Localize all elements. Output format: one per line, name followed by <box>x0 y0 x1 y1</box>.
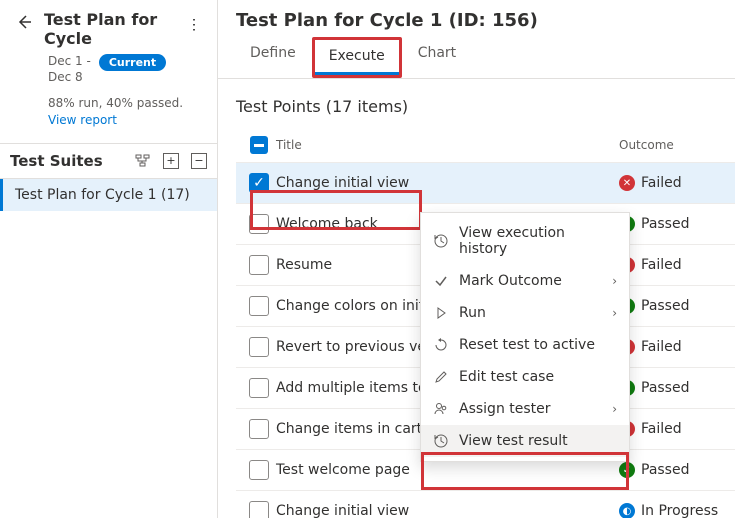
more-button[interactable]: ⋮ <box>183 12 205 37</box>
view-report-link[interactable]: View report <box>48 113 117 127</box>
arrow-left-icon <box>16 14 32 30</box>
menu-view-history[interactable]: View execution history <box>421 217 629 265</box>
row-checkbox[interactable] <box>249 501 269 518</box>
add-suite-button[interactable]: + <box>163 153 179 169</box>
back-button[interactable] <box>12 10 36 34</box>
page-title: Test Plan for Cycle 1 (ID: 156) <box>218 0 735 37</box>
chevron-right-icon: › <box>612 306 617 320</box>
row-title: Test welcome page <box>276 462 619 478</box>
tab-execute[interactable]: Execute <box>315 40 399 75</box>
menu-assign[interactable]: Assign tester › <box>421 393 629 425</box>
menu-edit[interactable]: Edit test case <box>421 361 629 393</box>
collapse-suite-button[interactable]: − <box>191 153 207 169</box>
history-icon <box>433 433 449 449</box>
suites-header: Test Suites + − <box>0 143 217 179</box>
grid-header: Title Outcome <box>236 128 735 162</box>
row-checkbox[interactable] <box>249 419 269 439</box>
chevron-right-icon: › <box>612 402 617 416</box>
row-checkbox[interactable] <box>249 296 269 316</box>
tab-chart[interactable]: Chart <box>404 37 470 78</box>
menu-run[interactable]: Run › <box>421 297 629 329</box>
row-checkbox[interactable] <box>249 460 269 480</box>
menu-mark-outcome[interactable]: Mark Outcome › <box>421 265 629 297</box>
table-row[interactable]: ✓ Change initial view ✕Failed <box>236 162 735 203</box>
more-vertical-icon: ⋮ <box>187 16 201 32</box>
table-row[interactable]: Change initial view ◐In Progress <box>236 490 735 518</box>
play-icon <box>433 305 449 321</box>
row-checkbox[interactable]: ✓ <box>249 173 269 193</box>
run-stats: 88% run, 40% passed. View report <box>12 95 205 129</box>
sidebar-title: Test Plan for Cycle <box>44 10 175 48</box>
row-checkbox[interactable] <box>249 378 269 398</box>
history-icon <box>433 233 449 249</box>
context-menu: View execution history Mark Outcome › Ru… <box>420 212 630 462</box>
row-title: Change initial view <box>276 503 619 518</box>
row-title: Change initial view <box>276 175 619 191</box>
edit-icon <box>433 369 449 385</box>
date-range: Dec 1 - Dec 8 <box>48 54 91 85</box>
suites-tree-icon[interactable] <box>135 153 151 169</box>
check-icon <box>433 273 449 289</box>
row-checkbox[interactable] <box>249 214 269 234</box>
chevron-right-icon: › <box>612 274 617 288</box>
menu-reset[interactable]: Reset test to active <box>421 329 629 361</box>
menu-view-result[interactable]: View test result <box>421 425 629 457</box>
column-header-outcome[interactable]: Outcome <box>619 138 729 152</box>
sidebar: Test Plan for Cycle ⋮ Dec 1 - Dec 8 Curr… <box>0 0 218 518</box>
row-checkbox[interactable] <box>249 337 269 357</box>
assign-icon <box>433 401 449 417</box>
suites-heading: Test Suites <box>10 152 129 170</box>
section-title: Test Points (17 items) <box>236 91 735 128</box>
progress-icon: ◐ <box>619 503 635 518</box>
suite-item[interactable]: Test Plan for Cycle 1 (17) <box>0 179 217 211</box>
passed-icon: ✓ <box>619 462 635 478</box>
tab-define[interactable]: Define <box>236 37 310 78</box>
column-header-title[interactable]: Title <box>276 138 619 152</box>
row-checkbox[interactable] <box>249 255 269 275</box>
failed-icon: ✕ <box>619 175 635 191</box>
tabs: Define Execute Chart <box>218 37 735 79</box>
reset-icon <box>433 337 449 353</box>
suite-item-label: Test Plan for Cycle 1 (17) <box>15 187 190 203</box>
select-all-checkbox[interactable] <box>250 136 268 154</box>
current-badge: Current <box>99 54 166 71</box>
